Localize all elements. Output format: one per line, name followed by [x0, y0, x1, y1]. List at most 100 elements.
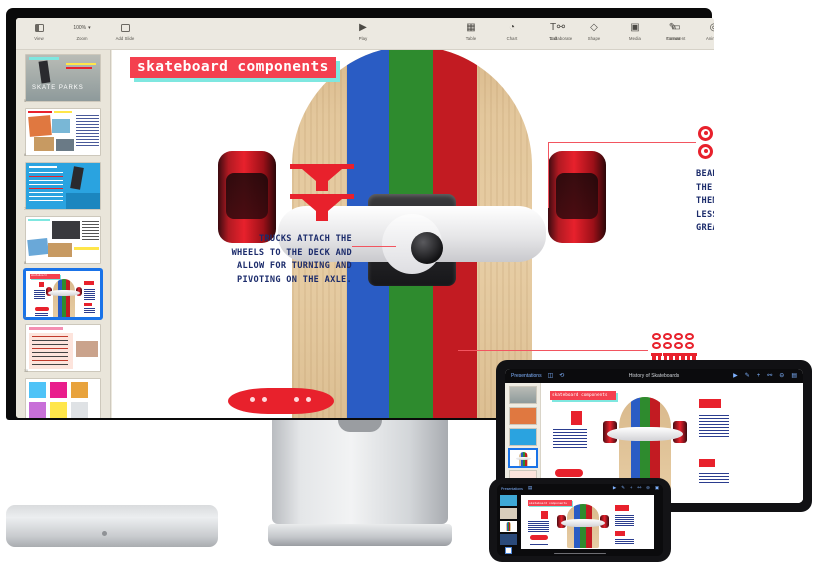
nut-icon: [663, 342, 672, 349]
play-button[interactable]: ▶ Play: [348, 21, 378, 41]
slide-thumbnail-7[interactable]: 7: [24, 162, 101, 211]
leader-line-bearings-drop: [548, 142, 549, 208]
zoom-icon[interactable]: ⊖: [646, 485, 650, 490]
ipad-slide-title: skateboard components: [550, 391, 616, 400]
iphone-slide-thumbnail[interactable]: [499, 508, 517, 519]
iphone-body: skateboard components: [497, 493, 663, 554]
ipad-callout-bearings: [699, 415, 729, 417]
thumb-art-skateboard-components: skateboard: [23, 268, 103, 320]
callout-bearings[interactable]: BEARINGS FIT INSIDE THE WHEELS AND ALLOW…: [696, 168, 714, 236]
thumb-art-skate-parks: SKATE PARKS: [25, 54, 101, 102]
format-brush-icon[interactable]: ✎: [745, 373, 750, 379]
slide-number: 7: [24, 207, 26, 211]
animate-icon: ◎: [709, 21, 714, 33]
play-icon[interactable]: ▶: [733, 373, 738, 379]
iphone-slide-title: skateboard components: [528, 500, 572, 506]
iphone-slide-thumbnail[interactable]: [499, 534, 517, 545]
slide-title-text: skateboard components: [130, 57, 336, 78]
iphone-slide-canvas[interactable]: skateboard components: [521, 495, 654, 549]
ipad-slide-thumbnail[interactable]: [508, 407, 537, 425]
imac-stand-foot: [268, 524, 452, 546]
zoom-value: 100% ▾: [73, 24, 91, 31]
imac-screen: View 100% ▾ Zoom Add Slide ▶ Play ▦ Tabl…: [16, 18, 714, 418]
toolbar-play-group: ▶ Play: [348, 21, 378, 41]
collaborate-icon: ⚯: [556, 21, 566, 33]
more-icon[interactable]: ▣: [655, 485, 659, 490]
add-slide-icon: [120, 21, 130, 34]
imac-display: View 100% ▾ Zoom Add Slide ▶ Play ▦ Tabl…: [6, 8, 714, 420]
iphone-toolbar: Presentations ▤ ▶ ✎ + ⚯ ⊖ ▣: [497, 484, 663, 493]
ipad-toolbar: Presentations ◫ ⟲ History of Skateboards…: [505, 369, 803, 383]
insert-chart-button[interactable]: ◔ Chart: [497, 21, 527, 41]
table-label: Table: [465, 35, 477, 41]
mac-mini: [6, 505, 218, 547]
ipad-slide-thumbnail[interactable]: [508, 386, 537, 404]
format-button[interactable]: ✎ Format: [658, 21, 688, 41]
slide-thumbnail-9[interactable]: skateboard 9: [23, 268, 103, 320]
device-family-scene: View 100% ▾ Zoom Add Slide ▶ Play ▦ Tabl…: [0, 0, 818, 564]
nut-icon: [685, 342, 694, 349]
iphone-callout-screws: [615, 539, 634, 540]
iphone-slide-content: skateboard components: [521, 495, 654, 549]
view-button[interactable]: View: [24, 21, 54, 41]
iphone-back-button[interactable]: Presentations: [501, 487, 523, 491]
iphone-callout-bearings: [615, 515, 634, 516]
slide-thumbnail-5[interactable]: SKATE PARKS 5: [24, 54, 101, 103]
collaborate-label: Collaborate: [549, 35, 573, 41]
insert-table-button[interactable]: ▦ Table: [456, 21, 486, 41]
ipad-slide-thumbnail[interactable]: [508, 428, 537, 446]
slide-navigator[interactable]: SKATE PARKS 5 6 7 8 skateboard 9 10: [16, 50, 111, 418]
iphone-slide-thumbnail-selected[interactable]: [499, 521, 517, 532]
iphone-deck-icon: [530, 535, 548, 540]
format-brush-icon[interactable]: ✎: [621, 485, 625, 490]
collaborate-icon[interactable]: ⚯: [637, 485, 641, 490]
collaborate-button[interactable]: ⚯ Collaborate: [538, 21, 584, 41]
slide-thumbnail-11[interactable]: 11: [25, 378, 101, 418]
bearing-icon: [698, 126, 713, 141]
slide-thumbnail-10[interactable]: 10: [24, 324, 101, 373]
leader-line-bearings-top: [548, 142, 696, 143]
insert-plus-icon[interactable]: +: [757, 373, 761, 379]
nut-icon: [652, 333, 661, 340]
more-icon[interactable]: ▤: [791, 373, 797, 379]
view-button-label: View: [34, 35, 44, 41]
bearings-icon-group: [698, 126, 714, 159]
slide-title[interactable]: skateboard components: [130, 57, 340, 82]
wheel-right: [548, 151, 606, 243]
insert-plus-icon[interactable]: +: [630, 485, 633, 490]
iphone-callout-deck: [530, 544, 548, 545]
callout-trucks[interactable]: TRUCKS ATTACH THE WHEELS TO THE DECK AND…: [230, 233, 352, 287]
collaborate-icon[interactable]: ⚯: [767, 373, 772, 379]
zoom-icon[interactable]: ⊖: [779, 373, 784, 379]
iphone-trucks-icon: [541, 511, 548, 519]
animate-button[interactable]: ◎ Animate: [699, 21, 714, 41]
play-icon[interactable]: ▶: [613, 485, 616, 490]
add-slide-button[interactable]: Add Slide: [110, 21, 140, 41]
iphone-slide-thumbnail[interactable]: [499, 495, 517, 506]
view-icon: [34, 21, 44, 34]
add-slide-label: Add Slide: [115, 35, 135, 41]
iphone-slide-navigator[interactable]: [497, 493, 519, 554]
wheel-left: [218, 151, 276, 243]
trucks-icon: [288, 162, 356, 229]
iphone-add-slide-button[interactable]: [504, 547, 512, 554]
toolbar-right-group: ✎ Format ◎ Animate ▤ Document: [658, 21, 714, 41]
shape-label: Shape: [587, 35, 601, 41]
keynote-toolbar: View 100% ▾ Zoom Add Slide ▶ Play ▦ Tabl…: [16, 18, 714, 50]
chart-label: Chart: [506, 35, 518, 41]
ipad-toolbar-right: ▶ ✎ + ⚯ ⊖ ▤: [733, 373, 797, 379]
slide-thumbnail-8[interactable]: 8: [24, 216, 101, 265]
format-icon: ✎: [668, 21, 678, 33]
trucks-icon-svg: [290, 164, 354, 221]
play-icon: ▶: [359, 21, 367, 33]
shape-icon: ◇: [590, 21, 598, 33]
zoom-control[interactable]: 100% ▾ Zoom: [65, 21, 99, 41]
insert-media-button[interactable]: ▣ Media: [620, 21, 650, 41]
slide-thumbnail-6[interactable]: 6: [24, 108, 101, 157]
table-icon: ▦: [466, 21, 476, 33]
slide-number: 9: [24, 315, 26, 319]
iphone-screen: Presentations ▤ ▶ ✎ + ⚯ ⊖ ▣ skateboard c…: [497, 484, 663, 556]
more-icon[interactable]: ▤: [528, 485, 532, 490]
slide-number: 8: [24, 261, 26, 265]
ipad-slide-thumbnail-selected[interactable]: [507, 448, 538, 468]
